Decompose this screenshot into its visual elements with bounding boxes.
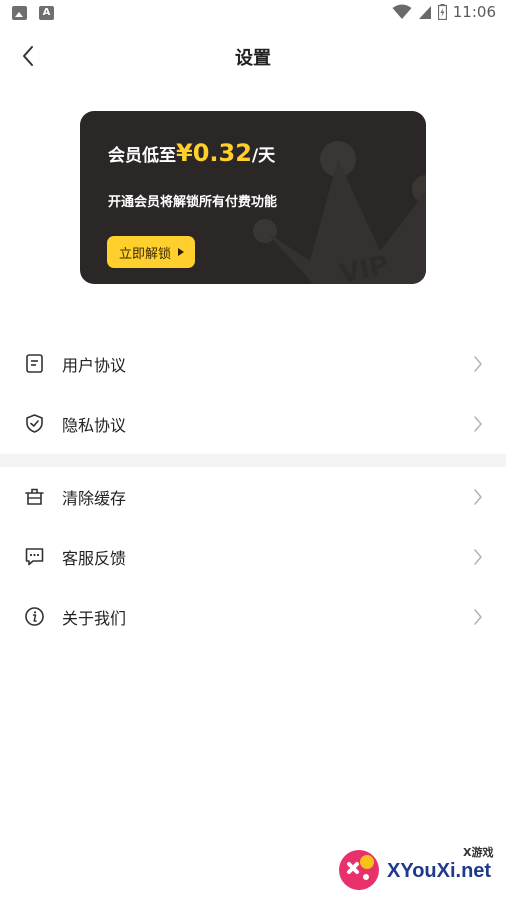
vip-headline: 会员低至¥0.32/天 xyxy=(108,139,275,167)
header: 设置 xyxy=(0,36,506,76)
unlock-now-button[interactable]: 立即解锁 xyxy=(107,236,196,268)
site-watermark: X游戏 XYouXi.net xyxy=(335,842,505,898)
section-divider xyxy=(0,454,506,467)
document-icon xyxy=(26,354,43,373)
menu-label: 清除缓存 xyxy=(62,489,127,508)
image-icon xyxy=(12,6,27,20)
chevron-right-icon xyxy=(474,489,482,505)
signal-icon xyxy=(418,6,431,19)
vip-subtitle: 开通会员将解锁所有付费功能 xyxy=(108,195,278,210)
watermark-small-text: X游戏 xyxy=(463,846,494,859)
page-title: 设置 xyxy=(235,48,271,69)
play-arrow-icon xyxy=(178,248,185,256)
menu-label: 客服反馈 xyxy=(62,549,127,568)
menu-item-clear-cache[interactable]: 清除缓存 xyxy=(0,467,506,525)
chevron-right-icon xyxy=(474,549,482,565)
wifi-icon xyxy=(392,4,412,19)
vip-headline-suffix: /天 xyxy=(251,146,276,166)
menu-item-customer-feedback[interactable]: 客服反馈 xyxy=(0,527,506,585)
unlock-now-label: 立即解锁 xyxy=(119,246,172,262)
chevron-right-icon xyxy=(474,416,482,432)
shield-check-icon xyxy=(26,414,43,433)
a-icon: A xyxy=(39,6,54,20)
menu-label: 隐私协议 xyxy=(62,416,127,435)
menu-item-privacy-policy[interactable]: 隐私协议 xyxy=(0,394,506,452)
menu-item-user-agreement[interactable]: 用户协议 xyxy=(0,334,506,392)
chat-icon xyxy=(25,548,44,566)
battery-icon xyxy=(437,4,447,20)
watermark-main-text: XYouXi.net xyxy=(387,860,492,882)
vip-price: ¥0.32 xyxy=(176,139,252,167)
gamepad-logo-icon xyxy=(339,850,379,890)
vip-promo-card[interactable]: VIP 会员低至¥0.32/天 开通会员将解锁所有付费功能 立即解锁 xyxy=(80,111,426,284)
menu-label: 用户协议 xyxy=(62,356,127,375)
chevron-right-icon xyxy=(474,356,482,372)
menu-item-about-us[interactable]: 关于我们 xyxy=(0,587,506,645)
status-bar: A 11:06 xyxy=(0,0,506,28)
menu-label: 关于我们 xyxy=(62,609,127,628)
info-icon xyxy=(25,607,44,626)
chevron-right-icon xyxy=(474,609,482,625)
vip-headline-prefix: 会员低至 xyxy=(108,146,176,166)
status-time: 11:06 xyxy=(452,3,496,21)
trash-icon xyxy=(25,488,44,505)
